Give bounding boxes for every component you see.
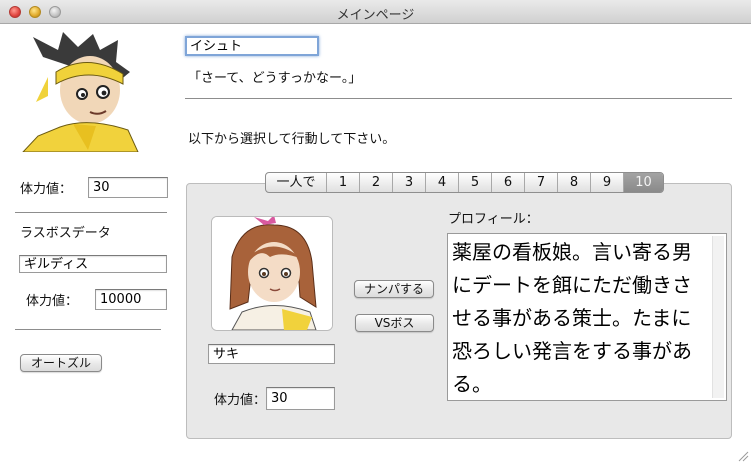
tab-4[interactable]: 4 xyxy=(425,173,458,192)
tab-6[interactable]: 6 xyxy=(491,173,524,192)
auto-button[interactable]: オートズル xyxy=(20,354,102,372)
boss-section-label: ラスボスデータ xyxy=(20,226,111,241)
player-name-field[interactable]: イシュト xyxy=(185,36,319,56)
tab-3[interactable]: 3 xyxy=(392,173,425,192)
boss-hp-field[interactable]: 10000 xyxy=(95,289,167,310)
window-title: メインページ xyxy=(336,8,415,23)
tab-9[interactable]: 9 xyxy=(590,173,623,192)
player-hp-label: 体力値： xyxy=(20,182,73,197)
target-hp-field[interactable]: 30 xyxy=(266,387,335,410)
profile-textarea[interactable]: 薬屋の看板娘。言い寄る男にデートを餌にただ働きさせる事がある策士。たまに恐ろしい… xyxy=(447,233,727,401)
player-hp-field[interactable]: 30 xyxy=(88,177,168,198)
profile-scrollbar[interactable] xyxy=(712,236,724,398)
tab-1[interactable]: 1 xyxy=(326,173,359,192)
target-hp-label: 体力値： xyxy=(214,393,267,408)
target-portrait xyxy=(211,216,333,331)
tab-10[interactable]: 10 xyxy=(623,173,663,192)
resize-grip-icon[interactable] xyxy=(737,450,749,462)
tab-8[interactable]: 8 xyxy=(557,173,590,192)
left-divider-2 xyxy=(15,329,161,330)
profile-label: プロフィール： xyxy=(448,212,539,227)
vs-boss-button[interactable]: VSボス xyxy=(355,314,434,332)
player-dialogue: 「さーて、どうすっかなー。」 xyxy=(188,71,362,86)
tab-2[interactable]: 2 xyxy=(359,173,392,192)
tab-7[interactable]: 7 xyxy=(524,173,557,192)
flirt-button[interactable]: ナンパする xyxy=(354,280,434,298)
profile-text: 薬屋の看板娘。言い寄る男にデートを餌にただ働きさせる事がある策士。たまに恐ろしい… xyxy=(452,240,692,396)
title-bar: メインページ xyxy=(0,0,751,24)
instruction-text: 以下から選択して行動して下さい。 xyxy=(188,132,396,147)
player-portrait xyxy=(18,32,148,152)
tab-5[interactable]: 5 xyxy=(458,173,491,192)
target-tabs: 一人で 1 2 3 4 5 6 7 8 9 10 xyxy=(265,172,664,193)
tab-solo[interactable]: 一人で xyxy=(266,173,326,192)
boss-name-field[interactable]: ギルディス xyxy=(19,255,167,273)
boss-hp-label: 体力値： xyxy=(26,294,79,309)
left-divider-1 xyxy=(15,212,167,213)
header-divider xyxy=(185,98,732,99)
target-name-field[interactable]: サキ xyxy=(208,344,335,364)
